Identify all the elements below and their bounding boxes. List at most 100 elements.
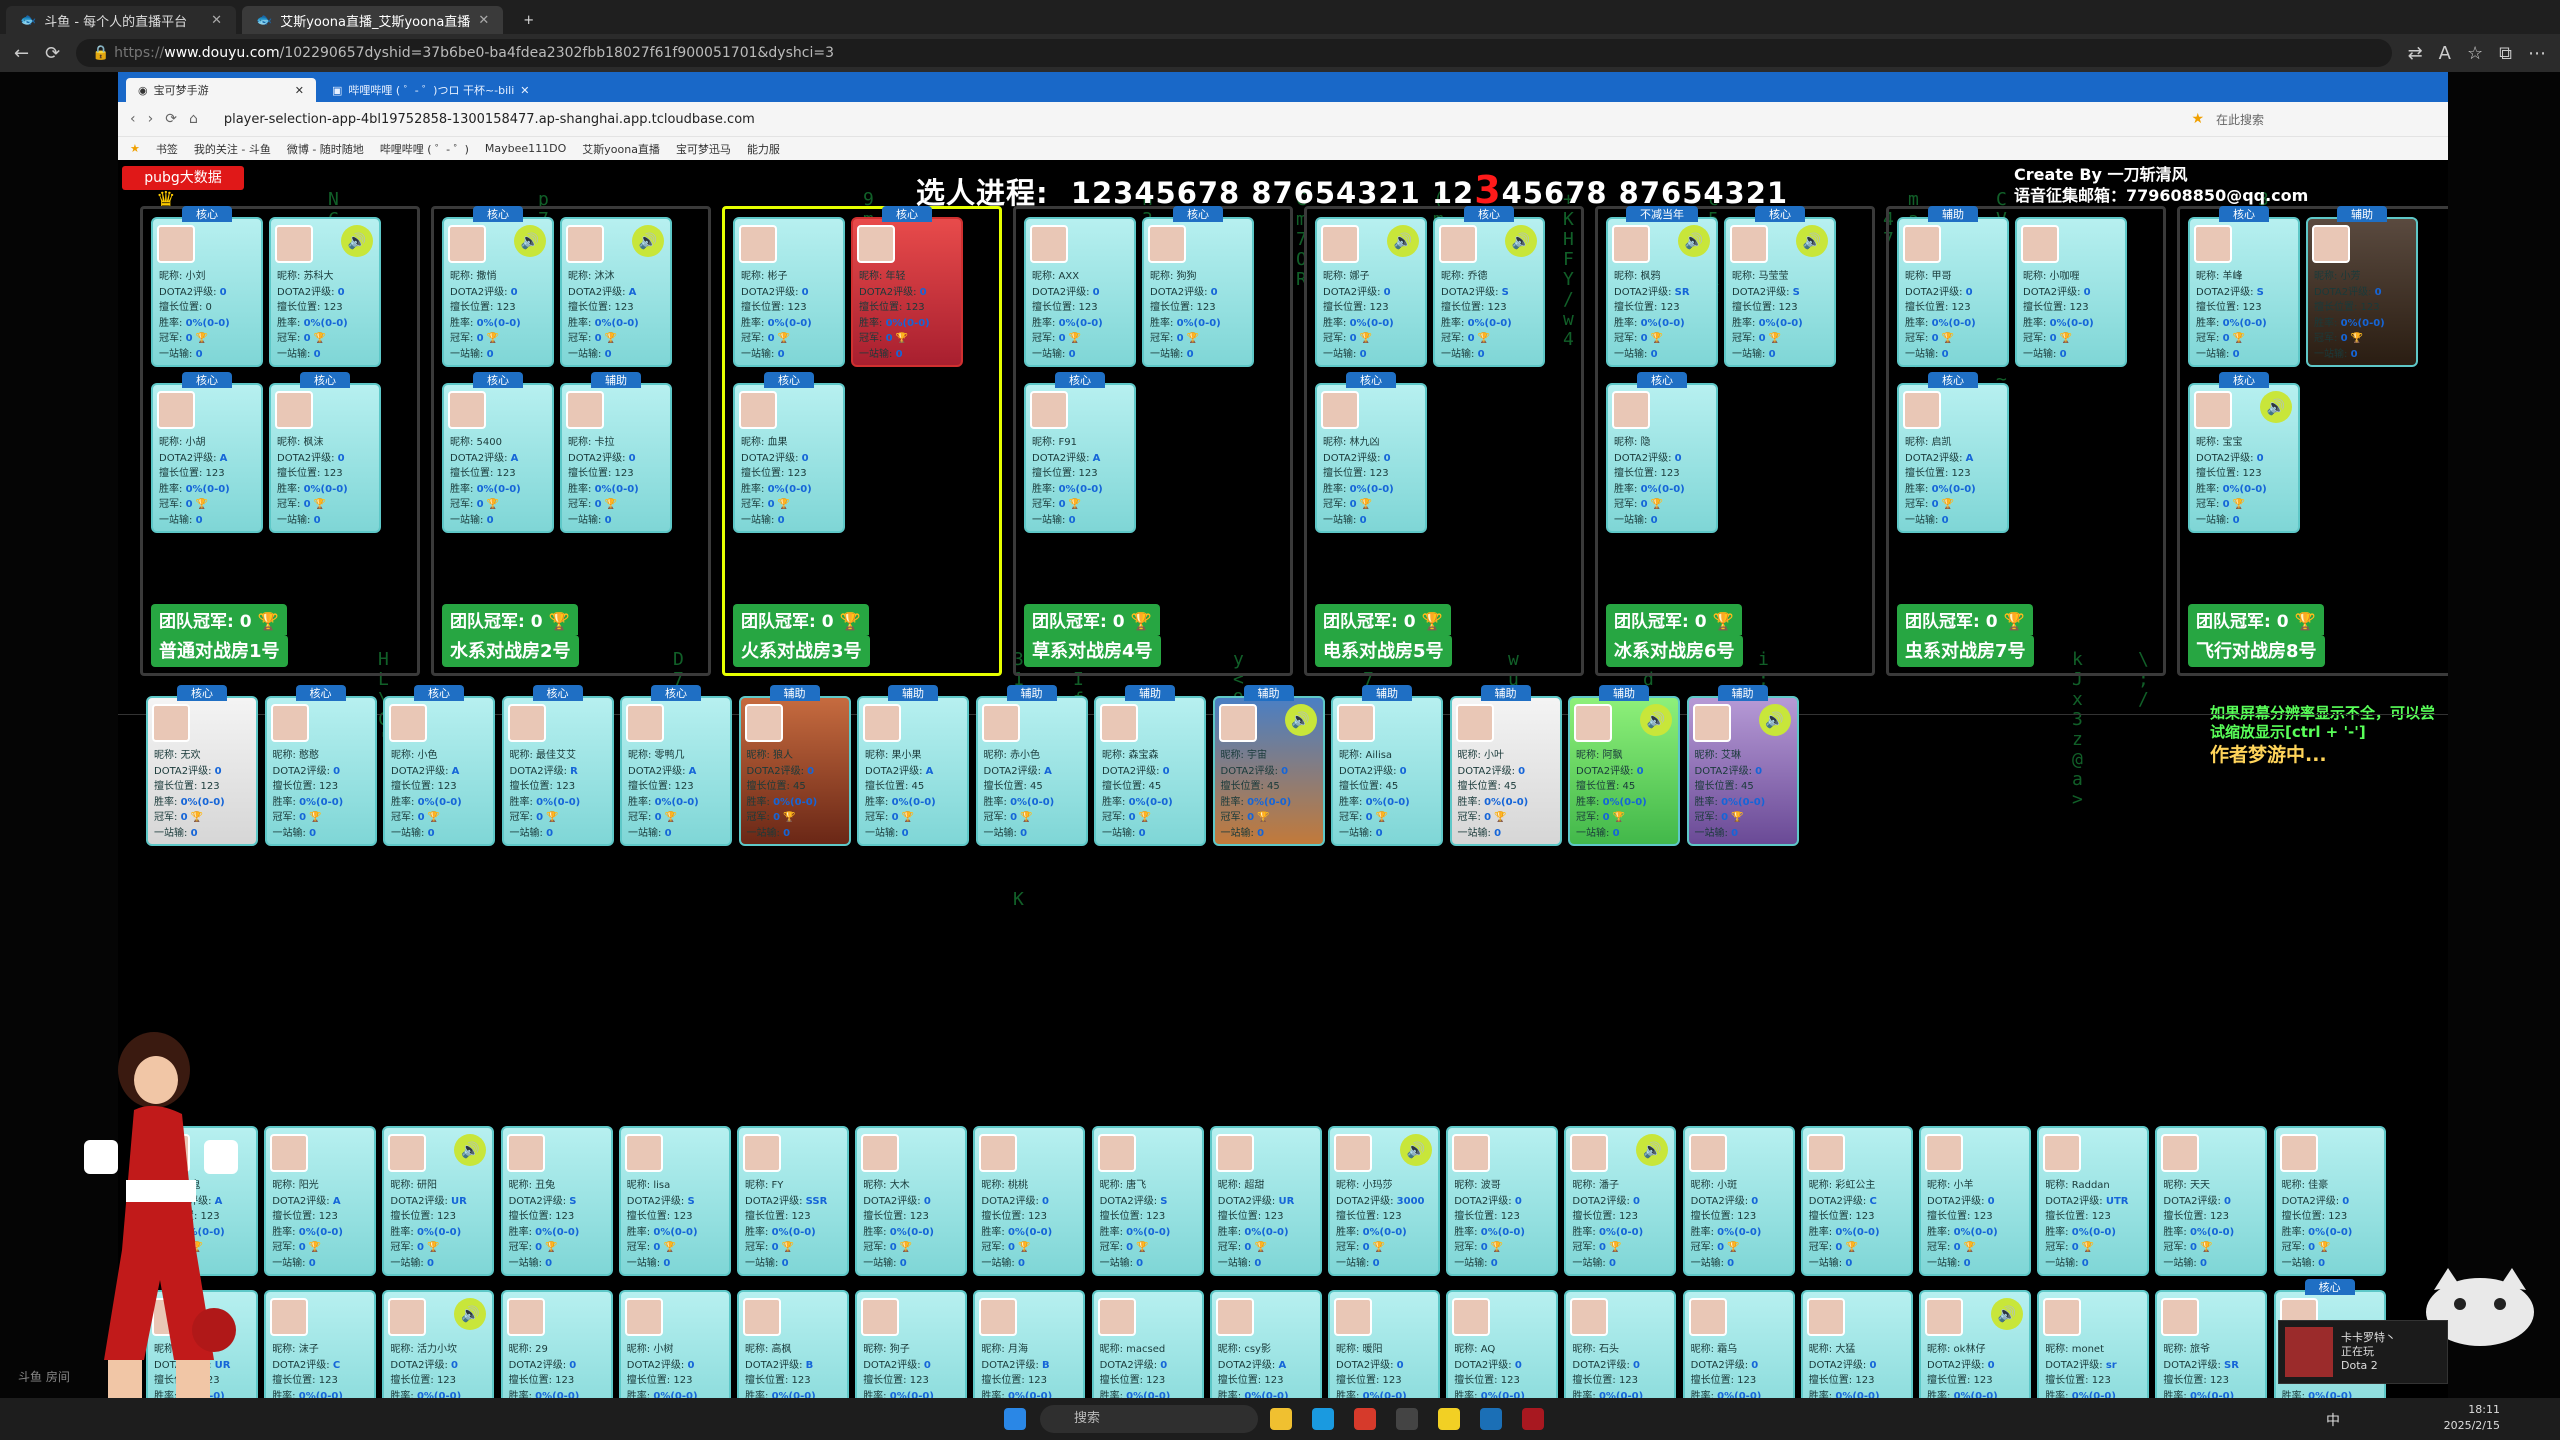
bookmark-item[interactable]: 能力服	[747, 141, 780, 157]
player-card[interactable]: 核心 昵称: 最佳艾艾 DOTA2评级: R 擅长位置: 123 胜率: 0%(…	[501, 685, 614, 846]
player-card[interactable]: 昵称: 佳豪 DOTA2评级: 0 擅长位置: 123 胜率: 0%(0-0) …	[2273, 1126, 2386, 1276]
start-menu-icon[interactable]	[1004, 1408, 1026, 1430]
player-card[interactable]: 辅助 昵称: 森宝森 DOTA2评级: 0 擅长位置: 45 胜率: 0%(0-…	[1094, 685, 1206, 846]
player-card[interactable]: 辅助 昵称: 狼人 DOTA2评级: 0 擅长位置: 45 胜率: 0%(0-0…	[738, 685, 851, 846]
player-card[interactable]: 昵称: 霜乌 DOTA2评级: 0 擅长位置: 123 胜率: 0%(0-0) …	[1682, 1290, 1795, 1412]
room-panel[interactable]: 团队冠军: 0 🏆 普通对战房1号 核心 昵称: 小刘 DOTA2评级: 0 擅长位…	[140, 206, 420, 676]
back-icon[interactable]: ‹	[130, 111, 136, 127]
bookmark-item[interactable]: 书签	[156, 141, 178, 157]
close-tab-icon[interactable]: ✕	[520, 84, 529, 97]
player-card[interactable]: 昵称: 小斑 DOTA2评级: 0 擅长位置: 123 胜率: 0%(0-0) …	[1682, 1126, 1795, 1276]
player-card[interactable]: 辅助 🔊 昵称: 艾琳 DOTA2评级: 0 擅长位置: 45 胜率: 0%(0-…	[1686, 685, 1799, 846]
player-card[interactable]: 🔊 昵称: 沐沐 DOTA2评级: A 擅长位置: 123 胜率: 0%(0-0…	[560, 217, 672, 367]
player-card[interactable]: 昵称: 小树 DOTA2评级: 0 擅长位置: 123 胜率: 0%(0-0) …	[618, 1290, 731, 1412]
app-icon[interactable]	[1438, 1408, 1460, 1430]
player-card[interactable]: 核心 昵称: 小胡 DOTA2评级: A 擅长位置: 123 胜率: 0%(0-…	[151, 372, 263, 533]
outer-tab-1[interactable]: 🐟 斗鱼 - 每个人的直播平台 ✕	[6, 6, 236, 34]
reload-icon[interactable]: ⟳	[165, 111, 177, 127]
speaker-icon[interactable]: 🔊	[1640, 704, 1672, 736]
inner-url-field[interactable]: player-selection-app-4bl19752858-1300158…	[210, 112, 2180, 127]
player-card[interactable]: 核心 昵称: F91 DOTA2评级: A 擅长位置: 123 胜率: 0%(0…	[1024, 372, 1136, 533]
player-card[interactable]: 昵称: csy影 DOTA2评级: A 擅长位置: 123 胜率: 0%(0-0…	[1209, 1290, 1322, 1412]
player-card[interactable]: 昵称: 沫子 DOTA2评级: C 擅长位置: 123 胜率: 0%(0-0) …	[264, 1290, 377, 1412]
player-card[interactable]: 昵称: 小羊 DOTA2评级: 0 擅长位置: 123 胜率: 0%(0-0) …	[1919, 1126, 2031, 1276]
player-card[interactable]: 核心 昵称: 零鸭几 DOTA2评级: A 擅长位置: 123 胜率: 0%(0…	[620, 685, 732, 846]
speaker-icon[interactable]: 🔊	[1505, 225, 1537, 257]
player-card[interactable]: 昵称: 桃桃 DOTA2评级: 0 擅长位置: 123 胜率: 0%(0-0) …	[973, 1126, 1086, 1276]
player-card[interactable]: 辅助 🔊 昵称: 宇宙 DOTA2评级: 0 擅长位置: 45 胜率: 0%(0-…	[1212, 685, 1325, 846]
player-card[interactable]: 昵称: 大木 DOTA2评级: 0 擅长位置: 123 胜率: 0%(0-0) …	[855, 1126, 968, 1276]
player-card[interactable]: 昵称: FY DOTA2评级: SSR 擅长位置: 123 胜率: 0%(0-0…	[737, 1126, 849, 1276]
player-card[interactable]: 🔊 昵称: 小玛莎 DOTA2评级: 3000 擅长位置: 123 胜率: 0%…	[1328, 1126, 1440, 1276]
player-card[interactable]: 核心 🔊 昵称: 宝宝 DOTA2评级: 0 擅长位置: 123 胜率: 0%(0…	[2188, 372, 2300, 533]
speaker-icon[interactable]: 🔊	[454, 1298, 487, 1330]
steam-icon[interactable]	[1480, 1408, 1502, 1430]
player-card[interactable]: 核心 昵称: 小刘 DOTA2评级: 0 擅长位置: 0 胜率: 0%(0-0)…	[151, 206, 263, 367]
player-card[interactable]: 核心 🔊 昵称: 乔德 DOTA2评级: S 擅长位置: 123 胜率: 0%(0…	[1433, 206, 1545, 367]
bookmark-item[interactable]: 我的关注 - 斗鱼	[194, 141, 271, 157]
player-card[interactable]: 🔊 昵称: 苏科大 DOTA2评级: 0 擅长位置: 123 胜率: 0%(0-…	[269, 217, 381, 367]
speaker-icon[interactable]: 🔊	[1284, 704, 1317, 736]
translate-icon[interactable]: ⇄	[2408, 43, 2423, 64]
player-card[interactable]: 昵称: 石头 DOTA2评级: 0 擅长位置: 123 胜率: 0%(0-0) …	[1564, 1290, 1677, 1412]
player-card[interactable]: 昵称: 彬子 DOTA2评级: 0 擅长位置: 123 胜率: 0%(0-0) …	[733, 217, 845, 367]
bookmark-item[interactable]: 艾斯yoona直播	[582, 141, 660, 157]
bookmark-item[interactable]: 宝可梦迅马	[676, 141, 731, 157]
player-card[interactable]: 核心 昵称: 羊峰 DOTA2评级: S 擅长位置: 123 胜率: 0%(0-…	[2188, 206, 2300, 367]
player-card[interactable]: 昵称: macsed DOTA2评级: 0 擅长位置: 123 胜率: 0%(0…	[1091, 1290, 1204, 1412]
extensions-icon[interactable]: ⧉	[2499, 43, 2512, 64]
speaker-icon[interactable]: 🔊	[1636, 1134, 1669, 1166]
edge-icon[interactable]	[1312, 1408, 1334, 1430]
bookmark-item[interactable]: Maybee111DO	[485, 142, 566, 155]
player-card[interactable]: 辅助 昵称: 小芳 DOTA2评级: 0 擅长位置: 123 胜率: 0%(0-…	[2306, 206, 2418, 367]
player-card[interactable]: 昵称: 彩虹公主 DOTA2评级: C 擅长位置: 123 胜率: 0%(0-0…	[1800, 1126, 1913, 1276]
player-card[interactable]: 核心 昵称: 无欢 DOTA2评级: 0 擅长位置: 123 胜率: 0%(0-…	[146, 685, 258, 846]
player-card[interactable]: 辅助 昵称: 卡拉 DOTA2评级: 0 擅长位置: 123 胜率: 0%(0-…	[560, 372, 672, 533]
inner-search-field[interactable]: 在此搜索	[2216, 111, 2436, 128]
player-card[interactable]: 辅助 昵称: 甲哥 DOTA2评级: 0 擅长位置: 123 胜率: 0%(0-…	[1897, 206, 2009, 367]
player-card[interactable]: 🔊 昵称: 研阳 DOTA2评级: UR 擅长位置: 123 胜率: 0%(0-…	[382, 1126, 495, 1276]
new-tab-button[interactable]: +	[509, 6, 549, 34]
player-card[interactable]: 辅助 昵称: Ailisa DOTA2评级: 0 擅长位置: 45 胜率: 0%…	[1331, 685, 1443, 846]
speaker-icon[interactable]: 🔊	[1758, 704, 1791, 736]
player-card[interactable]: 昵称: 大猛 DOTA2评级: 0 擅长位置: 123 胜率: 0%(0-0) …	[1800, 1290, 1913, 1412]
reload-icon[interactable]: ⟳	[45, 43, 60, 64]
player-card[interactable]: 不减当年 🔊 昵称: 枫鸦 DOTA2评级: SR 擅长位置: 123 胜率: 0…	[1606, 206, 1718, 367]
player-card[interactable]: 核心 昵称: 小色 DOTA2评级: A 擅长位置: 123 胜率: 0%(0-…	[383, 685, 495, 846]
room-panel[interactable]: 团队冠军: 0 🏆 虫系对战房7号 辅助 昵称: 甲哥 DOTA2评级: 0 擅长位…	[1886, 206, 2166, 676]
player-card[interactable]: 辅助 🔊 昵称: 阿飘 DOTA2评级: 0 擅长位置: 45 胜率: 0%(0-…	[1568, 685, 1680, 846]
player-card[interactable]: 核心 昵称: 5400 DOTA2评级: A 擅长位置: 123 胜率: 0%(…	[442, 372, 554, 533]
close-tab-icon[interactable]: ✕	[211, 13, 222, 28]
room-panel[interactable]: 团队冠军: 0 🏆 电系对战房5号 🔊 昵称: 娜子 DOTA2评级: 0 擅长位置…	[1304, 206, 1584, 676]
close-tab-icon[interactable]: ✕	[295, 84, 304, 97]
file-explorer-icon[interactable]	[1270, 1408, 1292, 1430]
player-card[interactable]: 核心 昵称: 隐 DOTA2评级: 0 擅长位置: 123 胜率: 0%(0-0…	[1606, 372, 1718, 533]
player-card[interactable]: 昵称: monet DOTA2评级: sr 擅长位置: 123 胜率: 0%(0…	[2037, 1290, 2150, 1412]
player-card[interactable]: 昵称: 旅爷 DOTA2评级: SR 擅长位置: 123 胜率: 0%(0-0)…	[2155, 1290, 2268, 1412]
player-card[interactable]: 昵称: 超甜 DOTA2评级: UR 擅长位置: 123 胜率: 0%(0-0)…	[1209, 1126, 1322, 1276]
player-card[interactable]: 昵称: 阳光 DOTA2评级: A 擅长位置: 123 胜率: 0%(0-0) …	[264, 1126, 377, 1276]
speaker-icon[interactable]: 🔊	[341, 225, 373, 257]
read-aloud-icon[interactable]: A	[2439, 43, 2451, 64]
speaker-icon[interactable]: 🔊	[2260, 391, 2292, 423]
room-panel[interactable]: 团队冠军: 0 🏆 冰系对战房6号 不减当年 🔊 昵称: 枫鸦 DOTA2评级: SR…	[1595, 206, 1875, 676]
player-card[interactable]: 辅助 昵称: 赤小色 DOTA2评级: A 擅长位置: 45 胜率: 0%(0-…	[975, 685, 1088, 846]
player-card[interactable]: 昵称: 月海 DOTA2评级: B 擅长位置: 123 胜率: 0%(0-0) …	[973, 1290, 1086, 1412]
app-icon[interactable]	[1396, 1408, 1418, 1430]
player-card[interactable]: 昵称: AQ DOTA2评级: 0 擅长位置: 123 胜率: 0%(0-0) …	[1446, 1290, 1559, 1412]
speaker-icon[interactable]: 🔊	[514, 225, 546, 257]
player-card[interactable]: 昵称: 29 DOTA2评级: 0 擅长位置: 123 胜率: 0%(0-0) …	[500, 1290, 613, 1412]
back-icon[interactable]: ←	[14, 43, 29, 64]
speaker-icon[interactable]: 🔊	[1991, 1298, 2023, 1330]
room-panel[interactable]: 团队冠军: 0 🏆 草系对战房4号 昵称: AXX DOTA2评级: 0 擅长位置…	[1013, 206, 1293, 676]
menu-icon[interactable]: ⋯	[2528, 43, 2546, 64]
player-card[interactable]: 昵称: 唐飞 DOTA2评级: S 擅长位置: 123 胜率: 0%(0-0) …	[1091, 1126, 1204, 1276]
player-card[interactable]: 核心 昵称: 年轻 DOTA2评级: 0 擅长位置: 123 胜率: 0%(0-…	[851, 206, 963, 367]
player-card[interactable]: 🔊 昵称: 娜子 DOTA2评级: 0 擅长位置: 123 胜率: 0%(0-0…	[1315, 217, 1427, 367]
player-card[interactable]: 核心 昵称: 血果 DOTA2评级: 0 擅长位置: 123 胜率: 0%(0-…	[733, 372, 845, 533]
player-card[interactable]: 核心 昵称: 狗狗 DOTA2评级: 0 擅长位置: 123 胜率: 0%(0-…	[1142, 206, 1254, 367]
home-icon[interactable]: ⌂	[189, 111, 198, 127]
taskbar-clock[interactable]: 18:11 2025/2/15	[2444, 1402, 2500, 1434]
speaker-icon[interactable]: 🔊	[454, 1134, 487, 1166]
player-card[interactable]: 昵称: 狗子 DOTA2评级: 0 擅长位置: 123 胜率: 0%(0-0) …	[855, 1290, 968, 1412]
